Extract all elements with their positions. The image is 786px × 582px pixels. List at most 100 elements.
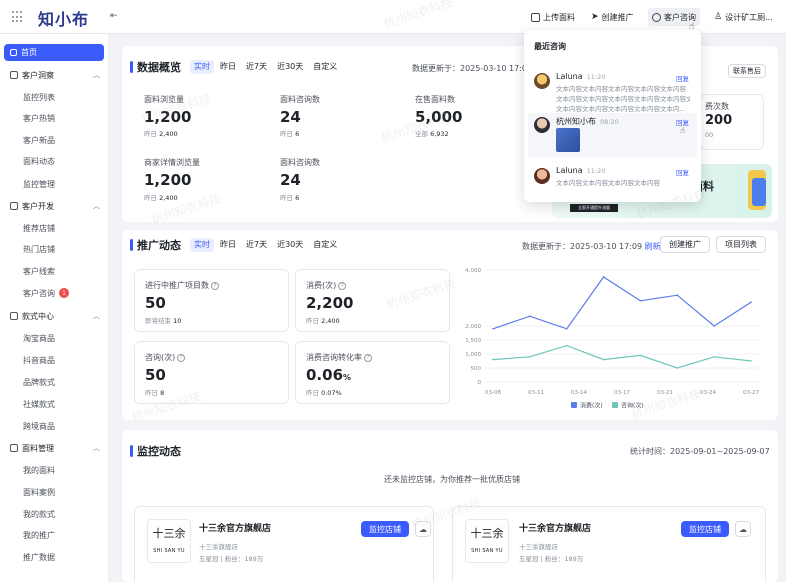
reply-link[interactable]: 回复 [676,167,689,177]
chevron-up-icon: ︿ [93,202,100,210]
tab-realtime[interactable]: 实时 [190,60,214,74]
sidebar-item-my-promo[interactable]: 我的推广 [23,528,55,542]
upload-fabric-button[interactable]: 上传面料 [531,10,575,24]
tab-custom[interactable]: 自定义 [309,60,341,74]
sidebar: 首页 客户洞察 ︿ 监控列表 客户热销 客户新品 面料动态 监控管理 客户开发 … [0,34,109,582]
data-point [565,328,568,330]
sidebar-item-fabric-trends[interactable]: 面料动态 [23,154,55,168]
cloud-icon[interactable]: ☁ [415,521,431,537]
avatar[interactable] [534,73,550,89]
sidebar-item-new-products[interactable]: 客户新品 [23,133,55,147]
y-tick-label: 500 [471,366,482,372]
shop-logo: 十三余 SHI SAN YU [147,519,191,563]
sidebar-item-taobao[interactable]: 淘宝商品 [23,331,55,345]
sidebar-item-leads[interactable]: 客户线索 [23,264,55,278]
data-point [529,356,531,358]
data-point [602,276,605,278]
tab-realtime[interactable]: 实时 [190,238,214,252]
help-icon: ? [364,353,372,362]
metric-label: 商家详情浏览量 [144,158,200,167]
y-tick-label: 1,500 [465,338,481,344]
sidebar-item-consult[interactable]: 客户咨询 1 [23,286,69,300]
sidebar-item-douyin[interactable]: 抖音商品 [23,353,55,367]
monitor-shop-button[interactable]: 监控店铺 [361,521,409,537]
metric-value: 24 [280,171,301,189]
x-tick-label: 03-27 [743,390,759,396]
sidebar-item-fabric-cases[interactable]: 面料案例 [23,485,55,499]
legend-label: 消费(次) [580,402,603,410]
data-point [529,315,531,317]
tab-7days[interactable]: 近7天 [242,60,271,74]
sidebar-group-insight[interactable]: 客户洞察 ︿ [10,68,100,82]
open-boost-button[interactable]: 立即开通提升流量 [570,204,618,212]
metric-label: 面料咨询数 [280,95,320,104]
tab-30days[interactable]: 近30天 [273,238,307,252]
promo-update-time: 数据更新于：2025-03-10 17:09 刷新 [522,242,661,251]
chat-icon [652,12,661,22]
insight-icon [10,71,18,79]
monitor-shop-button[interactable]: 监控店铺 [681,521,729,537]
sidebar-item-promo-data[interactable]: 推广数据 [23,550,55,564]
collapse-menu-icon[interactable]: ⇤ [110,11,120,21]
chevron-up-icon: ︿ [93,71,100,79]
create-promo-btn[interactable]: 创建推广 [660,236,710,253]
help-icon: ? [338,281,347,290]
tab-7days[interactable]: 近7天 [242,238,271,252]
metric-sub: 全部 6,932 [415,130,449,138]
x-tick-label: 03-17 [614,390,630,396]
section-marker [130,61,133,73]
chevron-up-icon: ︿ [93,312,100,320]
sidebar-group-develop[interactable]: 客户开发 ︿ [10,199,100,213]
user-icon: ♙ [714,12,723,22]
metric-sub: 昨日 2,400 [144,194,178,202]
sidebar-item-social-styles[interactable]: 社媒款式 [23,397,55,411]
consume-count-box: 费次数 200 00 [700,94,764,150]
data-point [676,367,679,369]
tab-30days[interactable]: 近30天 [273,60,307,74]
series-line [492,276,752,330]
legend-label: 咨询(次) [621,402,644,410]
shop-card[interactable]: 十三余 SHI SAN YU 十三余官方旗舰店 十三余旗舰店 五星冠 | 粉丝：… [452,506,766,582]
cloud-icon[interactable]: ☁ [735,521,751,537]
section-marker [130,445,133,457]
data-point [750,360,752,362]
sidebar-item-monitor-manage[interactable]: 监控管理 [23,177,55,191]
sidebar-item-monitor-list[interactable]: 监控列表 [23,90,55,104]
sidebar-item-my-fabric[interactable]: 我的面料 [23,463,55,477]
sidebar-item-recommend-shops[interactable]: 推荐店铺 [23,221,55,235]
promo-line-chart: 0 500 1,000 1,500 2,000 4,000 03-08 03-11 03-14 0… [465,268,759,410]
shop-card[interactable]: 十三余 SHI SAN YU 十三余官方旗舰店 十三余旗舰店 五星冠 | 粉丝：… [134,506,434,582]
app-logo[interactable]: 知小布 [38,6,89,30]
reply-link[interactable]: 回复 [676,73,689,83]
fabric-icon [10,444,18,452]
tab-custom[interactable]: 自定义 [309,238,341,252]
avatar[interactable] [534,117,550,133]
tab-yesterday[interactable]: 昨日 [216,238,240,252]
sidebar-item-hot-shops[interactable]: 热门店铺 [23,242,55,256]
promo-tabs: 实时 昨日 近7天 近30天 自定义 [190,238,341,252]
refresh-link[interactable]: 刷新 [645,242,661,251]
user-menu[interactable]: ♙ 设计矿工厕... [714,10,773,24]
sidebar-group-styles[interactable]: 款式中心 ︿ [10,309,100,323]
sidebar-item-brand-styles[interactable]: 品牌款式 [23,375,55,389]
y-tick-label: 0 [478,380,482,386]
promo-title: 推广动态 [137,239,181,252]
x-tick-label: 03-08 [485,390,501,396]
overview-title: 数据概览 [137,61,181,74]
sidebar-item-crossborder[interactable]: 跨境商品 [23,419,55,433]
sidebar-group-fabric[interactable]: 面料管理 ︿ [10,441,100,455]
decor-shape [752,178,766,206]
styles-icon [10,312,18,320]
sidebar-item-hot-sales[interactable]: 客户热销 [23,111,55,125]
project-list-button[interactable]: 项目列表 [716,236,766,253]
data-point [713,325,715,327]
data-point [639,354,642,357]
contact-support-button[interactable]: 联系售后 [728,64,766,78]
avatar[interactable] [534,168,550,184]
sidebar-item-home[interactable]: 首页 [4,44,104,61]
tab-yesterday[interactable]: 昨日 [216,60,240,74]
app-grid-icon[interactable] [12,11,24,23]
create-promo-button[interactable]: ➤ 创建推广 [591,10,634,24]
sidebar-item-my-styles[interactable]: 我的款式 [23,507,55,521]
fabric-thumbnail[interactable] [556,128,580,152]
